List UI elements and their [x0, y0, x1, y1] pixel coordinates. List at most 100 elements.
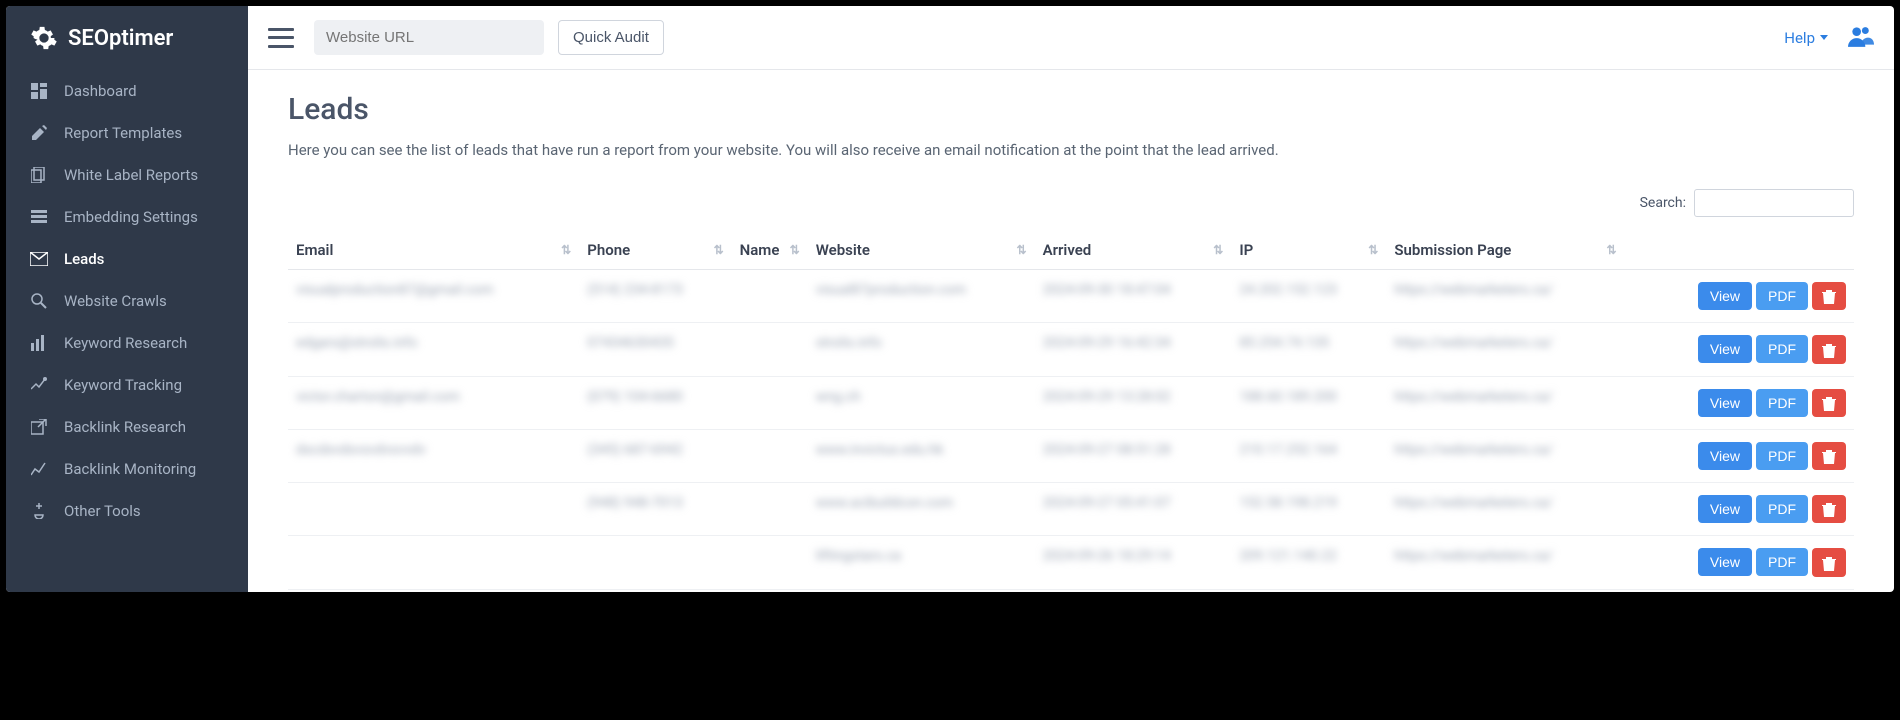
sidebar-item-label: Backlink Monitoring [64, 460, 196, 478]
cell-website: www.acibuildcon.com [808, 483, 1035, 536]
trash-icon [1822, 344, 1836, 358]
cell-ip: 152.58.198.219 [1231, 483, 1386, 536]
external-icon [30, 418, 48, 436]
quick-audit-button[interactable]: Quick Audit [558, 20, 664, 55]
trend-icon [30, 376, 48, 394]
sort-icon: ⇅ [1607, 244, 1617, 256]
cell-arrived: 2024-09-27 08:51:28 [1035, 429, 1232, 482]
column-header[interactable]: Website⇅ [808, 231, 1035, 270]
users-icon[interactable] [1848, 25, 1874, 51]
sidebar-item-embedding-settings[interactable]: Embedding Settings [6, 196, 248, 238]
sidebar-item-backlink-monitoring[interactable]: Backlink Monitoring [6, 448, 248, 490]
brand-logo[interactable]: SEOptimer [6, 6, 248, 70]
column-header [1625, 231, 1854, 270]
sidebar-item-label: Keyword Research [64, 334, 187, 352]
search-label: Search: [1640, 195, 1686, 211]
trash-icon [1822, 397, 1836, 411]
hamburger-icon[interactable] [268, 28, 294, 48]
tools-icon [30, 502, 48, 520]
sliders-icon [30, 208, 48, 226]
cell-website: liftingstars.ca [808, 536, 1035, 589]
view-button[interactable]: View [1698, 389, 1752, 417]
chevron-down-icon [1820, 35, 1828, 40]
cell-name [732, 483, 808, 536]
pdf-button[interactable]: PDF [1756, 495, 1808, 523]
sidebar-item-dashboard[interactable]: Dashboard [6, 70, 248, 112]
cell-email: edgars@strolis.info [288, 323, 579, 376]
leads-table: Email⇅Phone⇅Name⇅Website⇅Arrived⇅IP⇅Subm… [288, 231, 1854, 590]
column-header[interactable]: Name⇅ [732, 231, 808, 270]
edit-icon [30, 124, 48, 142]
sidebar-item-white-label-reports[interactable]: White Label Reports [6, 154, 248, 196]
cell-email: victor.charton@gmail.com [288, 376, 579, 429]
cell-submission: https://webmarketers.ca/ [1386, 323, 1624, 376]
pdf-button[interactable]: PDF [1756, 335, 1808, 363]
cell-arrived: 2024-09-29 16:42:34 [1035, 323, 1232, 376]
cell-ip: 24.202.152.123 [1231, 270, 1386, 323]
page-description: Here you can see the list of leads that … [288, 141, 1854, 159]
delete-button[interactable] [1812, 548, 1846, 576]
sidebar-item-keyword-research[interactable]: Keyword Research [6, 322, 248, 364]
sidebar-item-other-tools[interactable]: Other Tools [6, 490, 248, 532]
sidebar-item-keyword-tracking[interactable]: Keyword Tracking [6, 364, 248, 406]
trash-icon [1822, 557, 1836, 571]
delete-button[interactable] [1812, 335, 1846, 363]
sidebar-item-backlink-research[interactable]: Backlink Research [6, 406, 248, 448]
cell-phone [579, 536, 731, 589]
cell-submission: https://webmarketers.ca/ [1386, 483, 1624, 536]
pdf-button[interactable]: PDF [1756, 389, 1808, 417]
delete-button[interactable] [1812, 282, 1846, 310]
delete-button[interactable] [1812, 495, 1846, 523]
column-label: Email [296, 241, 333, 259]
sidebar-item-report-templates[interactable]: Report Templates [6, 112, 248, 154]
pdf-button[interactable]: PDF [1756, 282, 1808, 310]
delete-button[interactable] [1812, 442, 1846, 470]
cell-name [732, 270, 808, 323]
pdf-button[interactable]: PDF [1756, 548, 1808, 576]
sidebar-item-label: Website Crawls [64, 292, 167, 310]
cell-actions: ViewPDF [1625, 270, 1854, 323]
sidebar-item-label: Keyword Tracking [64, 376, 182, 394]
view-button[interactable]: View [1698, 442, 1752, 470]
cell-ip: 188.60.189.200 [1231, 376, 1386, 429]
website-url-input[interactable] [314, 20, 544, 55]
view-button[interactable]: View [1698, 282, 1752, 310]
cell-arrived: 2024-09-29 13:28:02 [1035, 376, 1232, 429]
sidebar-item-website-crawls[interactable]: Website Crawls [6, 280, 248, 322]
gear-icon [30, 24, 58, 52]
column-header[interactable]: Email⇅ [288, 231, 579, 270]
table-row: liftingstars.ca2024-09-26 18:29:14209.12… [288, 536, 1854, 589]
dashboard-icon [30, 82, 48, 100]
column-header[interactable]: Submission Page ⇅ [1386, 231, 1624, 270]
search-input[interactable] [1694, 189, 1854, 217]
column-label: Website [816, 241, 870, 259]
cell-phone: 07434630435 [579, 323, 731, 376]
sidebar-item-leads[interactable]: Leads [6, 238, 248, 280]
cell-email: visualproduction87@gmail.com [288, 270, 579, 323]
cell-submission: https://webmarketers.ca/ [1386, 536, 1624, 589]
cell-submission: https://webmarketers.ca/ [1386, 270, 1624, 323]
pdf-button[interactable]: PDF [1756, 442, 1808, 470]
view-button[interactable]: View [1698, 335, 1752, 363]
line-chart-icon [30, 460, 48, 478]
column-header[interactable]: Arrived⇅ [1035, 231, 1232, 270]
sidebar: SEOptimer DashboardReport TemplatesWhite… [6, 6, 248, 592]
brand-text: SEOptimer [68, 26, 173, 51]
sort-icon: ⇅ [1213, 244, 1223, 256]
delete-button[interactable] [1812, 389, 1846, 417]
cell-phone: (079) 104-6680 [579, 376, 731, 429]
sidebar-item-label: Leads [64, 250, 104, 268]
help-dropdown[interactable]: Help [1784, 29, 1828, 47]
column-header[interactable]: Phone⇅ [579, 231, 731, 270]
column-header[interactable]: IP⇅ [1231, 231, 1386, 270]
cell-arrived: 2024-09-30 18:47:04 [1035, 270, 1232, 323]
cell-actions: ViewPDF [1625, 536, 1854, 589]
view-button[interactable]: View [1698, 548, 1752, 576]
cell-name [732, 376, 808, 429]
cell-actions: ViewPDF [1625, 483, 1854, 536]
view-button[interactable]: View [1698, 495, 1752, 523]
sidebar-item-label: Backlink Research [64, 418, 186, 436]
column-label: IP [1239, 241, 1253, 259]
column-label: Submission Page [1394, 241, 1511, 259]
cell-name [732, 536, 808, 589]
